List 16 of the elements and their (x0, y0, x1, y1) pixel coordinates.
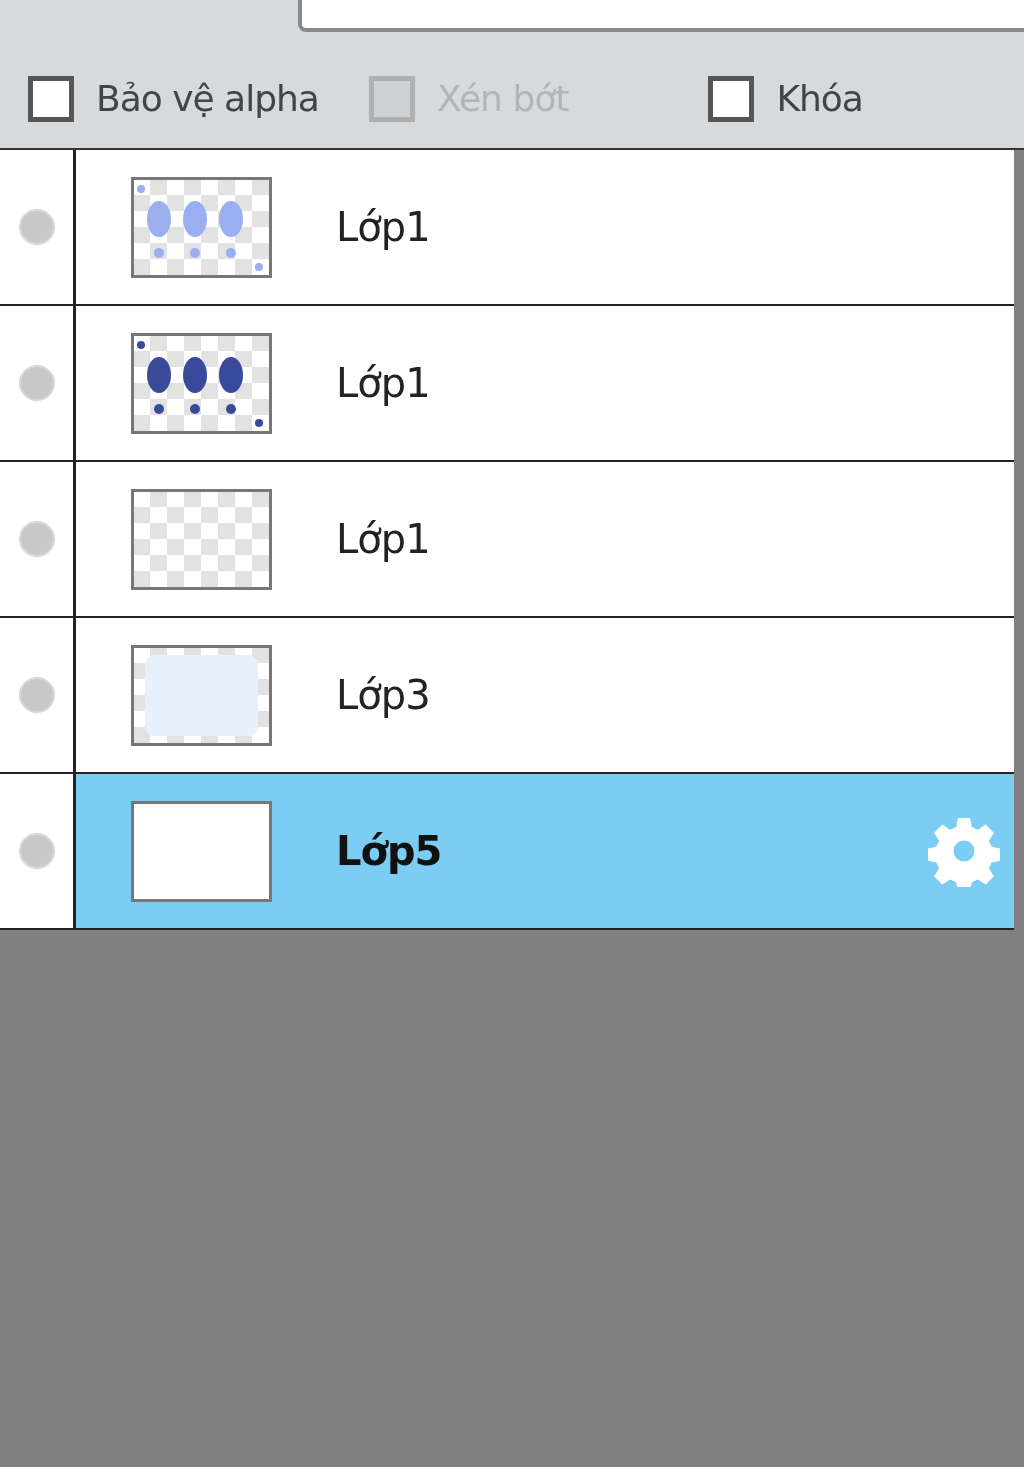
layer-name: Lớp5 (336, 827, 442, 876)
layer-name: Lớp1 (336, 203, 430, 252)
layer-name: Lớp1 (336, 515, 430, 564)
settings-icon[interactable] (928, 815, 1000, 887)
layer-name: Lớp3 (336, 671, 430, 720)
visibility-toggle[interactable] (18, 209, 55, 245)
visibility-toggle[interactable] (18, 677, 55, 713)
checkbox[interactable] (28, 76, 74, 122)
checkbox[interactable] (708, 76, 755, 122)
layer-name: Lớp1 (336, 359, 430, 408)
checkbox-label: Bảo vệ alpha (96, 77, 319, 121)
visibility-toggle[interactable] (18, 833, 55, 869)
visibility-toggle[interactable] (18, 521, 55, 557)
visibility-toggle[interactable] (18, 365, 55, 401)
layer-item[interactable]: Lớp5 (76, 774, 1014, 928)
checkbox-label: Khóa (776, 77, 863, 121)
